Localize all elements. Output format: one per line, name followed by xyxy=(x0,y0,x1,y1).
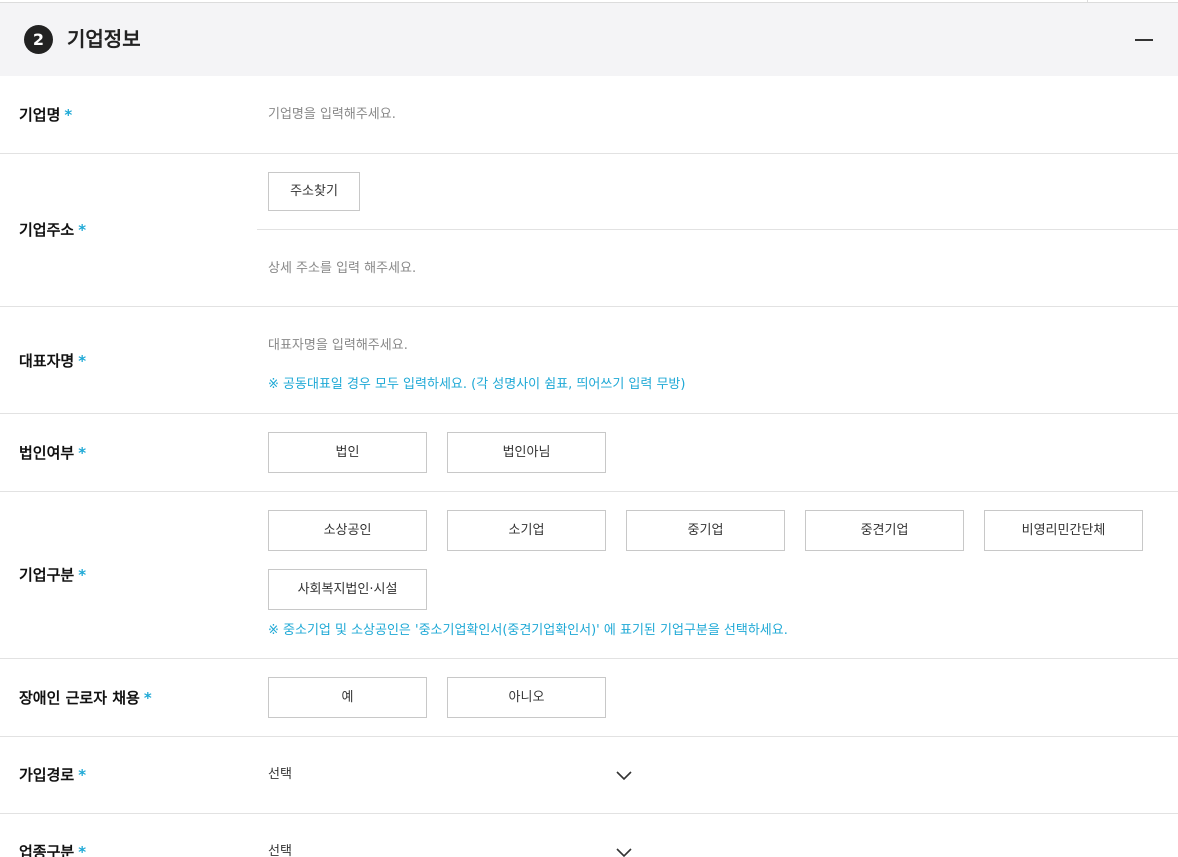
company-type-option-medium-enterprise[interactable]: 중기업 xyxy=(626,510,785,551)
required-mark: * xyxy=(78,566,87,584)
company-type-option-social-welfare[interactable]: 사회복지법인·시설 xyxy=(268,569,427,610)
required-mark: * xyxy=(78,444,87,462)
representative-input[interactable]: 대표자명을 입력해주세요. xyxy=(268,337,408,355)
row-company-type: 기업구분 * 소상공인 소기업 중기업 중견기업 비영리민간단체 사회복지법인·시… xyxy=(0,492,1178,659)
company-type-hint: ※ 중소기업 및 소상공인은 '중소기업확인서(중견기업확인서)' 에 표기된 … xyxy=(268,623,788,638)
corporation-option-no[interactable]: 법인아님 xyxy=(447,432,606,473)
section-title: 기업정보 xyxy=(67,27,141,51)
company-type-option-nonprofit[interactable]: 비영리민간단체 xyxy=(984,510,1143,551)
corporation-label: 법인여부 * xyxy=(19,444,87,462)
address-divider xyxy=(257,229,1178,230)
industry-label: 업종구분 * xyxy=(19,842,86,857)
required-mark: * xyxy=(78,221,87,239)
company-type-option-midsize-enterprise[interactable]: 중견기업 xyxy=(805,510,964,551)
company-name-input[interactable]: 기업명을 입력해주세요. xyxy=(268,106,396,124)
row-company-name: 기업명 * 기업명을 입력해주세요. xyxy=(0,76,1178,154)
row-corporation: 법인여부 * 법인 법인아님 xyxy=(0,414,1178,492)
row-join-path: 가입경로 * 선택 xyxy=(0,737,1178,814)
row-disabled-hiring: 장애인 근로자 채용 * 예 아니오 xyxy=(0,659,1178,737)
row-representative: 대표자명 * 대표자명을 입력해주세요. ※ 공동대표일 경우 모두 입력하세요.… xyxy=(0,307,1178,414)
industry-select[interactable]: 선택 xyxy=(268,843,292,857)
disabled-hiring-label: 장애인 근로자 채용 * xyxy=(19,689,152,707)
representative-hint: ※ 공동대표일 경우 모두 입력하세요. (각 성명사이 쉼표, 띄어쓰기 입력… xyxy=(268,377,686,392)
company-type-label: 기업구분 * xyxy=(19,566,87,584)
address-detail-input[interactable]: 상세 주소를 입력 해주세요. xyxy=(268,260,416,278)
required-mark: * xyxy=(78,766,87,784)
section-header[interactable]: 2 기업정보 xyxy=(0,3,1178,76)
row-company-address: 기업주소 * 주소찾기 상세 주소를 입력 해주세요. xyxy=(0,154,1178,307)
company-name-label: 기업명 * xyxy=(19,106,73,124)
required-mark: * xyxy=(78,843,87,857)
join-path-select[interactable]: 선택 xyxy=(268,766,292,784)
representative-label: 대표자명 * xyxy=(19,352,87,370)
disabled-hiring-option-no[interactable]: 아니오 xyxy=(447,677,606,718)
company-address-label: 기업주소 * xyxy=(19,221,87,239)
step-number-badge: 2 xyxy=(24,25,53,54)
join-path-label: 가입경로 * xyxy=(19,766,87,784)
chevron-down-icon[interactable] xyxy=(615,769,633,781)
required-mark: * xyxy=(143,689,152,707)
company-type-option-small-business[interactable]: 소상공인 xyxy=(268,510,427,551)
corporation-option-yes[interactable]: 법인 xyxy=(268,432,427,473)
address-search-button[interactable]: 주소찾기 xyxy=(268,172,360,211)
required-mark: * xyxy=(78,352,87,370)
collapse-icon[interactable] xyxy=(1135,39,1153,41)
disabled-hiring-option-yes[interactable]: 예 xyxy=(268,677,427,718)
required-mark: * xyxy=(64,106,73,124)
row-industry: 업종구분 * 선택 xyxy=(0,814,1178,857)
chevron-down-icon[interactable] xyxy=(615,846,633,857)
company-type-option-small-enterprise[interactable]: 소기업 xyxy=(447,510,606,551)
